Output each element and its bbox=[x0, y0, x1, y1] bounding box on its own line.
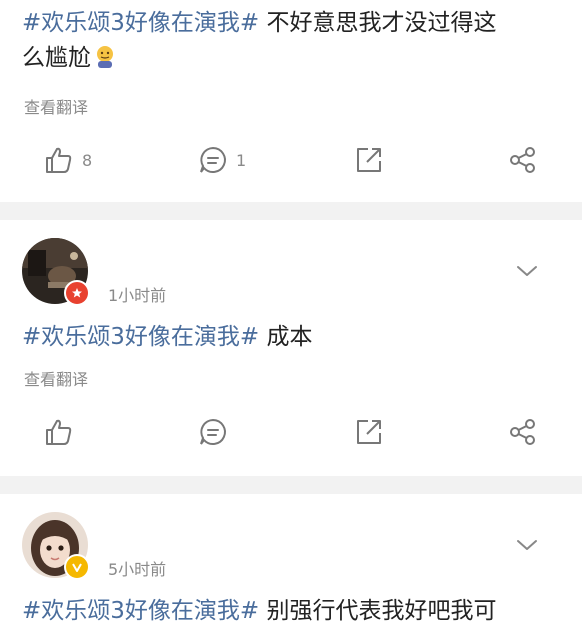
post-1-text: #欢乐颂3好像在演我# 不好意思我才没过得这 么尴尬 bbox=[22, 6, 556, 76]
chevron-down-icon[interactable] bbox=[514, 258, 540, 284]
share-button[interactable] bbox=[508, 412, 538, 452]
comment-button[interactable] bbox=[198, 412, 228, 452]
post-2: 1小时前 #欢乐颂3好像在演我# 成本 查看翻译 bbox=[0, 220, 582, 476]
verified-badge-icon bbox=[64, 280, 90, 306]
avatar[interactable] bbox=[22, 512, 90, 580]
translate-link[interactable]: 查看翻译 bbox=[24, 94, 88, 118]
post-1-body-line2: 么尴尬 bbox=[22, 45, 91, 71]
post-separator bbox=[0, 202, 582, 220]
share-button[interactable] bbox=[508, 140, 538, 180]
thumbs-up-icon bbox=[46, 419, 72, 445]
like-count: 8 bbox=[82, 150, 93, 170]
post-1-actions: 8 1 bbox=[0, 140, 582, 180]
translate-link[interactable]: 查看翻译 bbox=[24, 366, 88, 390]
share-icon bbox=[510, 147, 535, 173]
hashtag-link[interactable]: #欢乐颂3好像在演我# bbox=[22, 598, 259, 624]
avatar[interactable] bbox=[22, 238, 90, 306]
verified-badge-icon bbox=[64, 554, 90, 580]
hashtag-link[interactable]: #欢乐颂3好像在演我# bbox=[22, 10, 259, 36]
repost-icon bbox=[357, 420, 381, 444]
post-3: 5小时前 #欢乐颂3好像在演我# 别强行代表我好吧我可 bbox=[0, 494, 582, 640]
repost-icon bbox=[357, 148, 381, 172]
comment-icon bbox=[200, 418, 226, 445]
post-time: 5小时前 bbox=[108, 560, 167, 579]
comment-icon bbox=[200, 146, 226, 173]
post-2-actions bbox=[0, 412, 582, 452]
like-button[interactable]: 8 bbox=[44, 140, 92, 180]
post-2-text: #欢乐颂3好像在演我# 成本 bbox=[22, 320, 556, 355]
post-2-body: 成本 bbox=[259, 324, 313, 350]
post-3-text: #欢乐颂3好像在演我# 别强行代表我好吧我可 bbox=[22, 594, 556, 629]
thumbs-up-icon bbox=[46, 147, 72, 173]
hashtag-link[interactable]: #欢乐颂3好像在演我# bbox=[22, 324, 259, 350]
post-1: #欢乐颂3好像在演我# 不好意思我才没过得这 么尴尬 查看翻译 8 1 bbox=[0, 0, 582, 202]
comment-count: 1 bbox=[236, 150, 247, 170]
post-3-body: 别强行代表我好吧我可 bbox=[259, 598, 497, 624]
post-time: 1小时前 bbox=[108, 286, 167, 305]
embarrassed-emoji-icon bbox=[94, 45, 116, 69]
post-separator bbox=[0, 476, 582, 494]
post-1-body-line1: 不好意思我才没过得这 bbox=[259, 10, 497, 36]
comment-button[interactable]: 1 bbox=[198, 140, 246, 180]
like-button[interactable] bbox=[44, 412, 74, 452]
repost-button[interactable] bbox=[354, 140, 384, 180]
repost-button[interactable] bbox=[354, 412, 384, 452]
share-icon bbox=[510, 419, 535, 445]
chevron-down-icon[interactable] bbox=[514, 532, 540, 558]
